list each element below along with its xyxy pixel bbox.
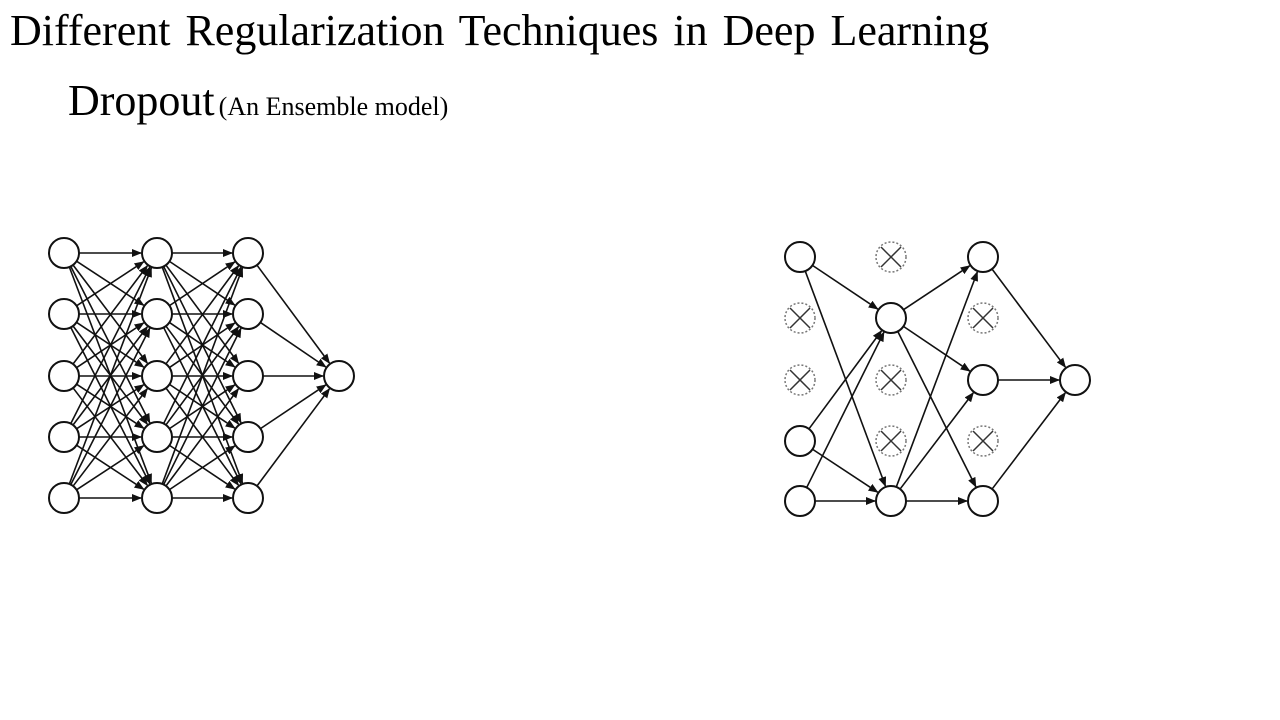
- neuron-node: [967, 485, 999, 517]
- neuron-node: [141, 482, 173, 514]
- full-network-diagram: [48, 237, 355, 514]
- dropped-neuron: [875, 364, 907, 396]
- neuron-node: [141, 237, 173, 269]
- neuron-node: [232, 298, 264, 330]
- neuron-node: [232, 421, 264, 453]
- connection-arrow: [991, 391, 1066, 490]
- dropped-neuron: [784, 364, 816, 396]
- neuron-node: [967, 241, 999, 273]
- neuron-node: [141, 360, 173, 392]
- connection-arrow: [805, 331, 885, 488]
- connection-group: [68, 249, 331, 502]
- dropped-neuron: [875, 425, 907, 457]
- neuron-node: [232, 237, 264, 269]
- neuron-node: [784, 241, 816, 273]
- neuron-node: [48, 360, 80, 392]
- neuron-node: [232, 360, 264, 392]
- connection-arrow: [895, 271, 979, 488]
- neuron-node: [875, 302, 907, 334]
- dropped-neuron: [967, 302, 999, 334]
- neuron-node: [48, 482, 80, 514]
- connection-group: [804, 264, 1067, 505]
- connection-arrow: [991, 268, 1067, 368]
- dropped-neuron: [967, 425, 999, 457]
- connection-arrow: [902, 325, 971, 372]
- connection-arrow: [256, 264, 331, 364]
- neuron-node: [48, 421, 80, 453]
- connection-arrow: [256, 388, 331, 487]
- neuron-node: [48, 237, 80, 269]
- neuron-node: [141, 421, 173, 453]
- neuron-node: [784, 425, 816, 457]
- dropped-neuron: [875, 241, 907, 273]
- neuron-node: [875, 485, 907, 517]
- neuron-node: [1059, 364, 1091, 396]
- neuron-node: [323, 360, 355, 392]
- connection-arrow: [897, 331, 977, 488]
- neuron-node: [48, 298, 80, 330]
- neuron-node: [967, 364, 999, 396]
- neuron-node: [232, 482, 264, 514]
- dropout-network-diagram: [784, 241, 1091, 517]
- connection-arrow: [808, 330, 883, 430]
- network-diagrams: [48, 237, 1091, 517]
- connection-arrow: [903, 265, 971, 311]
- connection-arrow: [812, 264, 879, 310]
- neuron-node: [784, 485, 816, 517]
- dropped-neuron: [784, 302, 816, 334]
- neuron-node: [141, 298, 173, 330]
